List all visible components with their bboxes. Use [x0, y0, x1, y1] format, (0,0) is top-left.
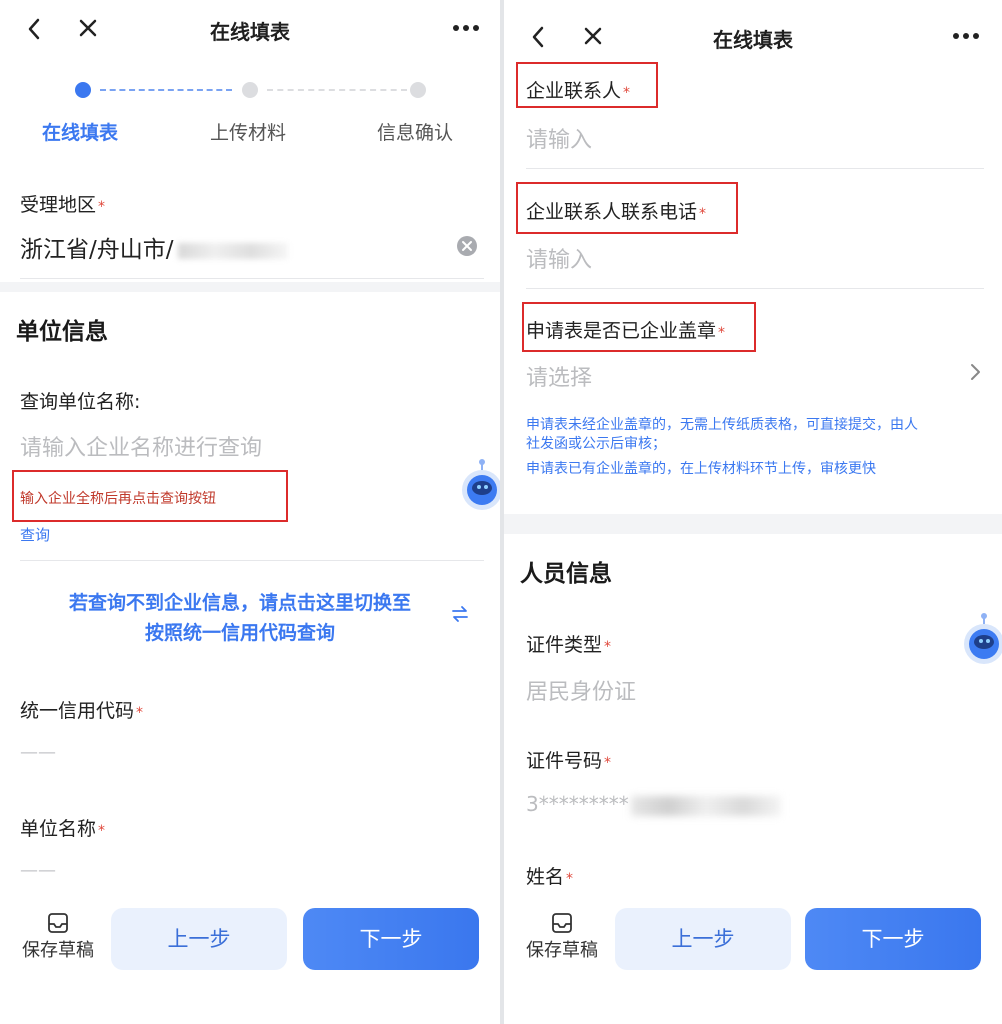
unit-name-label: 单位名称 *: [20, 818, 106, 840]
save-draft-label: 保存草稿: [22, 940, 94, 961]
stamped-select[interactable]: 请选择: [526, 360, 592, 392]
section-title-unit: 单位信息: [16, 319, 108, 345]
note-line: 社发函或公示后审核；: [526, 436, 666, 452]
step-progress: 在线填表 上传材料 信息确认: [0, 76, 500, 146]
draft-icon: [48, 913, 68, 933]
section-gap: [0, 282, 500, 292]
stamp-notes: 申请表未经企业盖章的，无需上传纸质表格，可直接提交，由人 社发函或公示后审核； …: [526, 416, 986, 479]
contact-label: 企业联系人 *: [526, 80, 631, 102]
draft-icon: [552, 913, 572, 933]
switch-link-line2: 按照统一信用代码查询: [144, 622, 335, 644]
blurred-text: [177, 242, 288, 259]
bottom-action-bar: 保存草稿 上一步 下一步: [504, 892, 1002, 1024]
credit-code-value: ——: [20, 742, 56, 763]
id-type-label: 证件类型 *: [526, 634, 612, 656]
left-screen: 在线填表 在线填表 上传材料 信息确认 受理地区 * 浙江省/舟山市/ 单位信息 …: [0, 0, 500, 1024]
chevron-right-icon[interactable]: [968, 362, 982, 382]
contact-phone-label: 企业联系人联系电话 *: [526, 201, 707, 223]
save-draft-label: 保存草稿: [526, 940, 598, 961]
company-search-input[interactable]: 请输入企业名称进行查询: [20, 430, 262, 462]
save-draft-button[interactable]: 保存草稿: [522, 912, 602, 962]
assistant-robot-icon[interactable]: [452, 458, 500, 518]
save-draft-button[interactable]: 保存草稿: [18, 912, 98, 962]
right-screen: 在线填表 企业联系人 * 请输入 企业联系人联系电话 * 请输入 申请表是否已企业盖…: [504, 0, 1002, 1024]
query-button[interactable]: 查询: [20, 524, 50, 545]
switch-link-line1: 若查询不到企业信息，请点击这里切换至: [68, 592, 411, 614]
section-title-person: 人员信息: [520, 561, 612, 587]
next-step-button[interactable]: 下一步: [303, 908, 479, 970]
bottom-action-bar: 保存草稿 上一步 下一步: [0, 892, 500, 1024]
prev-step-button[interactable]: 上一步: [111, 908, 287, 970]
separator: [526, 168, 984, 169]
step-label-fill-form[interactable]: 在线填表: [42, 118, 118, 145]
next-step-button[interactable]: 下一步: [805, 908, 981, 970]
page-title: 在线填表: [713, 28, 793, 52]
blurred-text: [630, 795, 781, 816]
query-hint: 输入企业全称后再点击查询按钮: [20, 491, 216, 507]
step-dot: [410, 82, 426, 98]
section-gap: [504, 514, 1002, 534]
stamped-label: 申请表是否已企业盖章 *: [526, 320, 726, 342]
clear-icon[interactable]: [456, 235, 478, 257]
name-label: 姓名 *: [526, 866, 574, 888]
step-label-confirm[interactable]: 信息确认: [377, 118, 453, 145]
query-label: 查询单位名称:: [20, 391, 141, 413]
contact-phone-input[interactable]: 请输入: [526, 242, 592, 274]
prev-step-button[interactable]: 上一步: [615, 908, 791, 970]
credit-code-label: 统一信用代码 *: [20, 700, 144, 722]
switch-query-link[interactable]: 若查询不到企业信息，请点击这里切换至 按照统一信用代码查询: [30, 588, 450, 648]
step-label-upload[interactable]: 上传材料: [210, 118, 286, 145]
page-title: 在线填表: [210, 20, 290, 44]
step-dot-active: [75, 82, 91, 98]
separator: [20, 560, 484, 561]
contact-input[interactable]: 请输入: [526, 122, 592, 154]
id-number-value[interactable]: 3*********: [526, 792, 781, 816]
more-icon[interactable]: [952, 31, 980, 41]
top-bar: 在线填表: [0, 0, 500, 60]
region-value[interactable]: 浙江省/舟山市/: [20, 230, 288, 264]
note-line: 申请表已有企业盖章的，在上传材料环节上传，审核更快: [526, 461, 876, 477]
step-dot: [242, 82, 258, 98]
swap-icon[interactable]: [450, 604, 470, 624]
id-number-label: 证件号码 *: [526, 750, 612, 772]
separator: [526, 288, 984, 289]
id-type-value[interactable]: 居民身份证: [526, 674, 636, 706]
unit-name-value: ——: [20, 860, 56, 881]
separator: [20, 278, 484, 279]
step-connector: [267, 89, 407, 91]
assistant-robot-icon[interactable]: [954, 612, 1002, 672]
step-connector: [100, 89, 232, 91]
region-label: 受理地区 *: [20, 194, 106, 216]
more-icon[interactable]: [452, 23, 480, 33]
top-bar: 在线填表: [504, 0, 1002, 60]
note-line: 申请表未经企业盖章的，无需上传纸质表格，可直接提交，由人: [526, 417, 918, 433]
